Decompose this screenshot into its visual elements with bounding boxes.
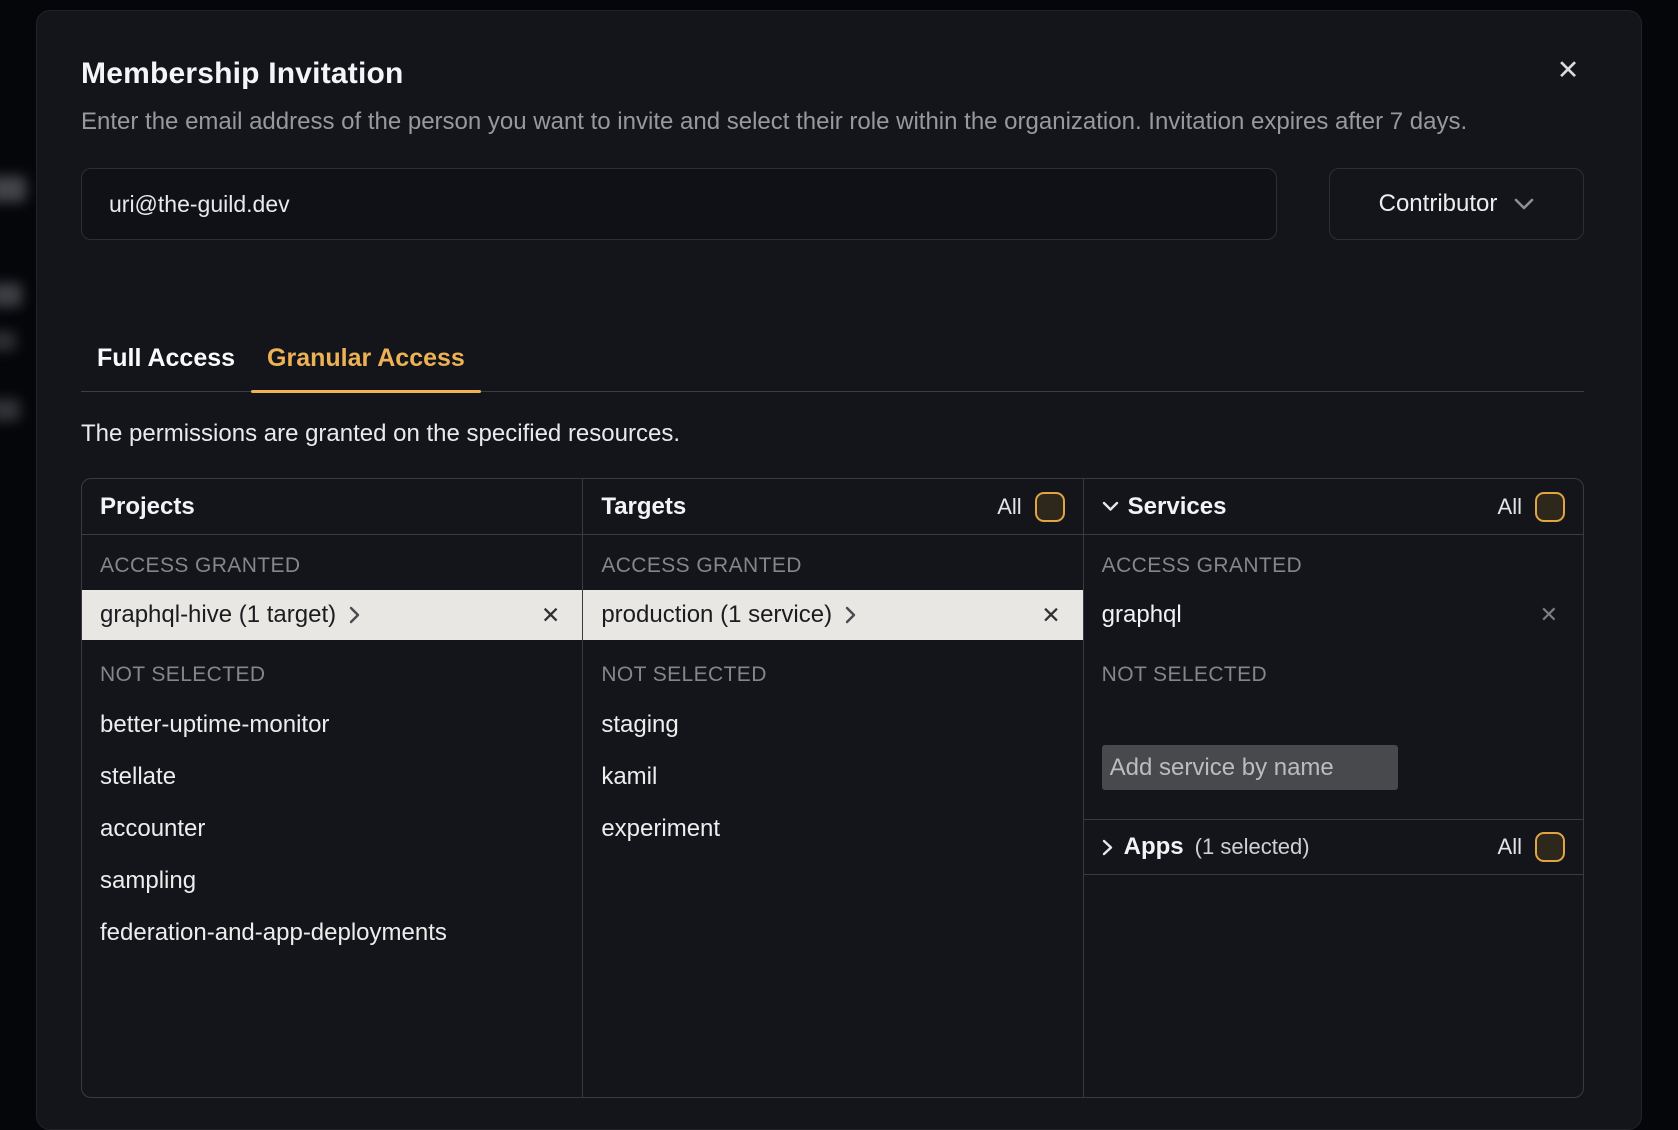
project-list-item[interactable]: sampling [82,855,582,907]
backdrop-artifact [0,331,16,351]
apps-selected-count: (1 selected) [1195,834,1310,860]
projects-not-selected-list: better-uptime-monitorstellateaccountersa… [82,699,582,959]
access-tabs: Full Access Granular Access [81,344,1584,392]
target-list-item[interactable]: kamil [583,751,1082,803]
backdrop-artifact [0,399,20,421]
access-granted-label: ACCESS GRANTED [82,535,582,590]
target-list-item[interactable]: staging [583,699,1082,751]
apps-header: Apps [1124,833,1184,861]
services-all-checkbox[interactable] [1535,492,1565,522]
resources-grid: Projects ACCESS GRANTED graphql-hive (1 … [81,478,1584,1098]
chevron-right-icon [845,606,856,624]
services-all-label: All [1498,494,1522,520]
remove-target-icon[interactable]: ✕ [1041,602,1060,629]
targets-all-checkbox[interactable] [1035,492,1065,522]
service-granted-row: graphql ✕ [1084,590,1583,640]
chevron-right-icon [349,606,360,624]
apps-section-toggle[interactable]: Apps (1 selected) All [1084,819,1583,875]
apps-all-checkbox[interactable] [1535,832,1565,862]
backdrop-artifact [0,283,22,307]
email-field[interactable] [81,168,1277,240]
services-header: Services [1128,493,1227,521]
project-list-item[interactable]: accounter [82,803,582,855]
chevron-down-icon [1102,501,1119,512]
chevron-right-icon [1102,839,1113,856]
not-selected-label: NOT SELECTED [1084,640,1583,699]
project-list-item[interactable]: federation-and-app-deployments [82,907,582,959]
access-granted-label: ACCESS GRANTED [1084,535,1583,590]
remove-project-icon[interactable]: ✕ [541,602,560,629]
targets-all-label: All [997,494,1021,520]
tab-granular-access[interactable]: Granular Access [251,344,481,391]
access-granted-label: ACCESS GRANTED [583,535,1082,590]
services-collapse-toggle[interactable]: Services [1102,493,1227,521]
target-selected-label: production (1 service) [601,601,832,629]
role-select[interactable]: Contributor [1329,168,1584,240]
page-title: Membership Invitation [81,11,1618,91]
targets-not-selected-list: stagingkamilexperiment [583,699,1082,855]
projects-header: Projects [100,493,195,521]
project-list-item[interactable]: better-uptime-monitor [82,699,582,751]
dialog-description: Enter the email address of the person yo… [81,103,1505,140]
targets-column: Targets All ACCESS GRANTED production (1… [582,479,1082,1097]
add-service-input[interactable] [1102,745,1398,790]
project-list-item[interactable]: stellate [82,751,582,803]
service-granted-label: graphql [1102,601,1182,629]
project-selected-label: graphql-hive (1 target) [100,601,336,629]
project-selected-row[interactable]: graphql-hive (1 target) ✕ [82,590,582,640]
permissions-note: The permissions are granted on the speci… [81,420,1618,448]
services-column: Services All ACCESS GRANTED graphql ✕ NO… [1083,479,1583,1097]
tab-full-access[interactable]: Full Access [81,344,251,391]
role-select-value: Contributor [1379,190,1498,218]
membership-invitation-dialog: ✕ Membership Invitation Enter the email … [36,10,1642,1130]
not-selected-label: NOT SELECTED [583,640,1082,699]
chevron-down-icon [1514,198,1534,210]
apps-all-label: All [1498,834,1522,860]
target-list-item[interactable]: experiment [583,803,1082,855]
projects-column: Projects ACCESS GRANTED graphql-hive (1 … [82,479,582,1097]
not-selected-label: NOT SELECTED [82,640,582,699]
remove-service-icon[interactable]: ✕ [1540,602,1558,628]
target-selected-row[interactable]: production (1 service) ✕ [583,590,1082,640]
backdrop-artifact [0,176,26,202]
targets-header: Targets [601,493,686,521]
